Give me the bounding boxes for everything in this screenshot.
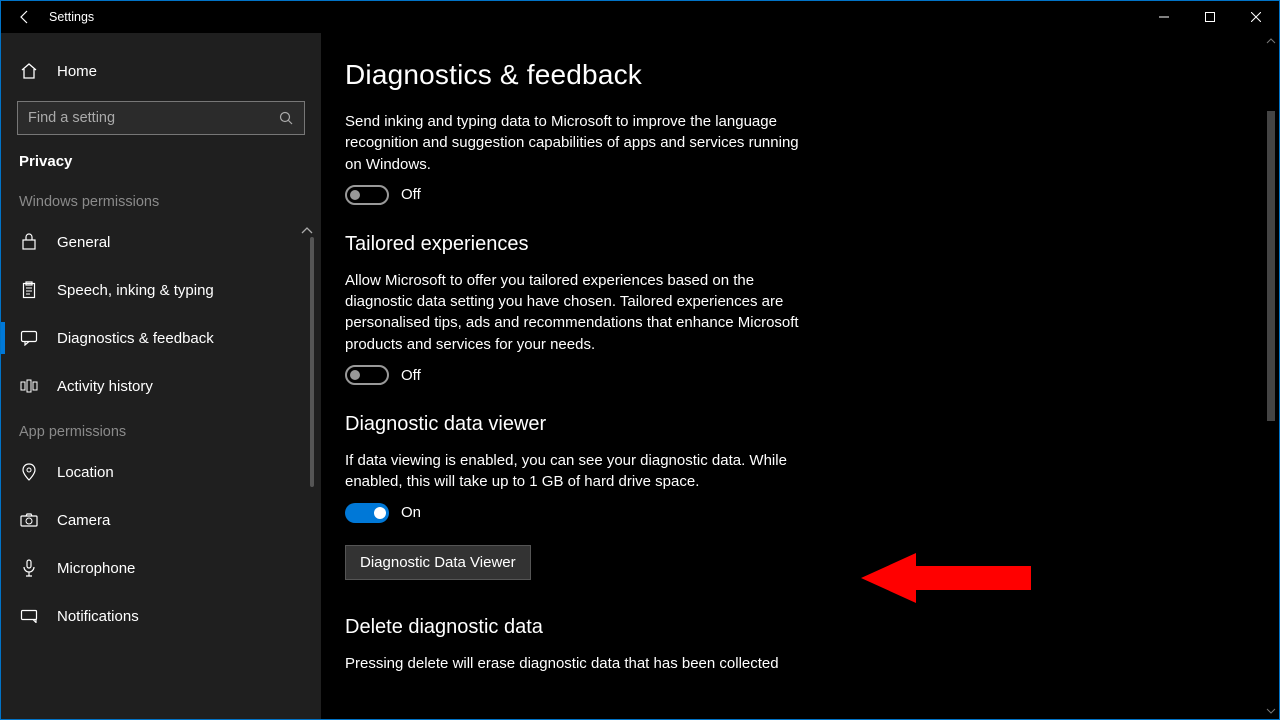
home-icon [19, 62, 39, 80]
sidebar-item-diagnostics[interactable]: Diagnostics & feedback [1, 314, 321, 362]
tailored-description: Allow Microsoft to offer you tailored ex… [345, 270, 801, 355]
sidebar-item-label: Activity history [57, 378, 153, 395]
minimize-button[interactable] [1141, 1, 1187, 33]
sidebar-scrollbar-thumb[interactable] [310, 237, 314, 487]
sidebar-item-general[interactable]: General [1, 218, 321, 266]
search-input[interactable]: Find a setting [17, 101, 305, 135]
sidebar-item-speech[interactable]: Speech, inking & typing [1, 266, 321, 314]
scroll-up-button[interactable] [1263, 33, 1279, 49]
sidebar-scrollbar[interactable] [305, 237, 319, 719]
back-button[interactable] [1, 9, 49, 25]
group-app-permissions: App permissions [1, 410, 321, 448]
sidebar-item-location[interactable]: Location [1, 448, 321, 496]
sidebar-item-label: Camera [57, 512, 110, 529]
sidebar-section-title: Privacy [1, 135, 321, 180]
viewer-heading: Diagnostic data viewer [345, 413, 801, 436]
viewer-toggle-state: On [401, 504, 421, 521]
scrollbar-thumb[interactable] [1267, 111, 1275, 421]
inking-toggle-state: Off [401, 186, 421, 203]
sidebar: Home Find a setting Privacy Windows perm… [1, 33, 321, 719]
window-title: Settings [49, 10, 94, 24]
content-scrollbar[interactable] [1263, 33, 1279, 719]
microphone-icon [19, 559, 39, 577]
settings-window: Settings Home Find a setting Privacy [0, 0, 1280, 720]
search-placeholder: Find a setting [28, 110, 279, 126]
notifications-icon [19, 609, 39, 623]
sidebar-item-microphone[interactable]: Microphone [1, 544, 321, 592]
viewer-description: If data viewing is enabled, you can see … [345, 450, 801, 493]
scrollbar-track[interactable] [1263, 49, 1279, 703]
scroll-down-button[interactable] [1263, 703, 1279, 719]
group-windows-permissions: Windows permissions [1, 180, 321, 218]
close-button[interactable] [1233, 1, 1279, 33]
nav-home[interactable]: Home [1, 47, 321, 95]
annotation-arrow [861, 553, 1031, 603]
camera-icon [19, 513, 39, 527]
tailored-heading: Tailored experiences [345, 233, 801, 256]
clipboard-icon [19, 281, 39, 299]
content-area: Diagnostics & feedback Send inking and t… [321, 33, 1279, 719]
sidebar-item-label: Microphone [57, 560, 135, 577]
sidebar-item-label: Location [57, 464, 114, 481]
diagnostic-data-viewer-button[interactable]: Diagnostic Data Viewer [345, 545, 531, 580]
titlebar: Settings [1, 1, 1279, 33]
location-icon [19, 463, 39, 481]
sidebar-item-camera[interactable]: Camera [1, 496, 321, 544]
feedback-icon [19, 330, 39, 346]
search-icon [279, 111, 294, 126]
delete-description: Pressing delete will erase diagnostic da… [345, 653, 801, 674]
sidebar-item-label: Notifications [57, 608, 139, 625]
lock-icon [19, 233, 39, 251]
viewer-toggle[interactable] [345, 503, 389, 523]
activity-icon [19, 379, 39, 393]
maximize-button[interactable] [1187, 1, 1233, 33]
sidebar-item-notifications[interactable]: Notifications [1, 592, 321, 640]
sidebar-item-activity[interactable]: Activity history [1, 362, 321, 410]
inking-description: Send inking and typing data to Microsoft… [345, 111, 801, 175]
sidebar-item-label: General [57, 234, 110, 251]
tailored-toggle[interactable] [345, 365, 389, 385]
tailored-toggle-state: Off [401, 367, 421, 384]
page-title: Diagnostics & feedback [345, 59, 801, 91]
inking-toggle[interactable] [345, 185, 389, 205]
sidebar-item-label: Speech, inking & typing [57, 282, 214, 299]
delete-heading: Delete diagnostic data [345, 616, 801, 639]
nav-home-label: Home [57, 63, 97, 80]
sidebar-item-label: Diagnostics & feedback [57, 330, 214, 347]
